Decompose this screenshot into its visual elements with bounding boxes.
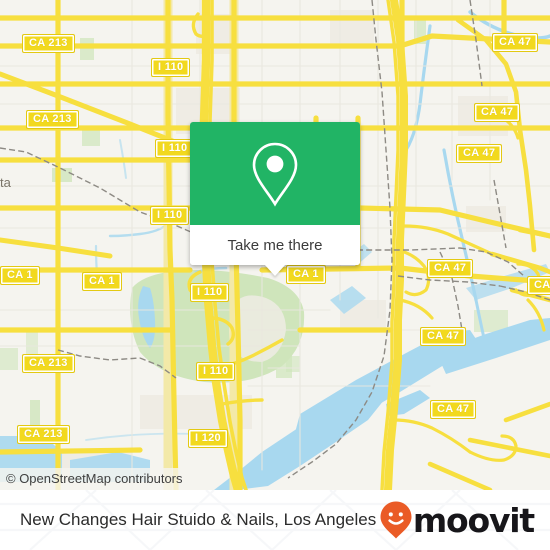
road-shield: CA 213 [22, 354, 75, 373]
road-shield: CA 1 [0, 266, 40, 285]
road-shield: I 110 [155, 139, 195, 158]
road-shield: CA 213 [17, 425, 70, 444]
location-callout-card[interactable]: Take me there [190, 122, 360, 276]
page-title: New Changes Hair Stuido & Nails, Los Ang… [20, 510, 377, 529]
road-shield: CA 1 [286, 265, 326, 284]
road-shield: I 110 [150, 206, 190, 225]
moovit-pin-icon [380, 501, 412, 539]
road-shield: I 120 [188, 429, 228, 448]
road-shield: CA 1 [82, 272, 122, 291]
place-label: ta [0, 175, 11, 190]
moovit-brand-logo[interactable]: moovit [380, 500, 535, 540]
moovit-wordmark: moovit [412, 500, 535, 540]
road-shield: CA 47 [492, 33, 539, 52]
osm-attribution[interactable]: © OpenStreetMap contributors [0, 468, 191, 490]
road-shield: I 110 [190, 283, 230, 302]
road-shield: CA 213 [26, 110, 79, 129]
callout-header [190, 122, 360, 225]
road-shield: CA 213 [22, 34, 75, 53]
road-shield: CA 47 [430, 400, 477, 419]
road-shield: CA 47 [420, 327, 467, 346]
road-shield: CA 1 [527, 276, 550, 295]
road-shield: CA 47 [474, 103, 521, 122]
road-shield: CA 47 [456, 144, 503, 163]
road-shield: I 110 [151, 58, 191, 77]
bottom-info-bar: New Changes Hair Stuido & Nails, Los Ang… [0, 490, 550, 550]
map-pin-icon [252, 142, 298, 207]
callout-footer[interactable]: Take me there [190, 225, 360, 276]
road-shield: CA 47 [427, 259, 474, 278]
map-canvas[interactable]: .rd { stroke:#f7df3f; fill:none; stroke-… [0, 0, 550, 490]
take-me-there-label: Take me there [227, 236, 323, 254]
road-shield: I 110 [196, 362, 236, 381]
callout-pointer-tail [264, 264, 286, 276]
